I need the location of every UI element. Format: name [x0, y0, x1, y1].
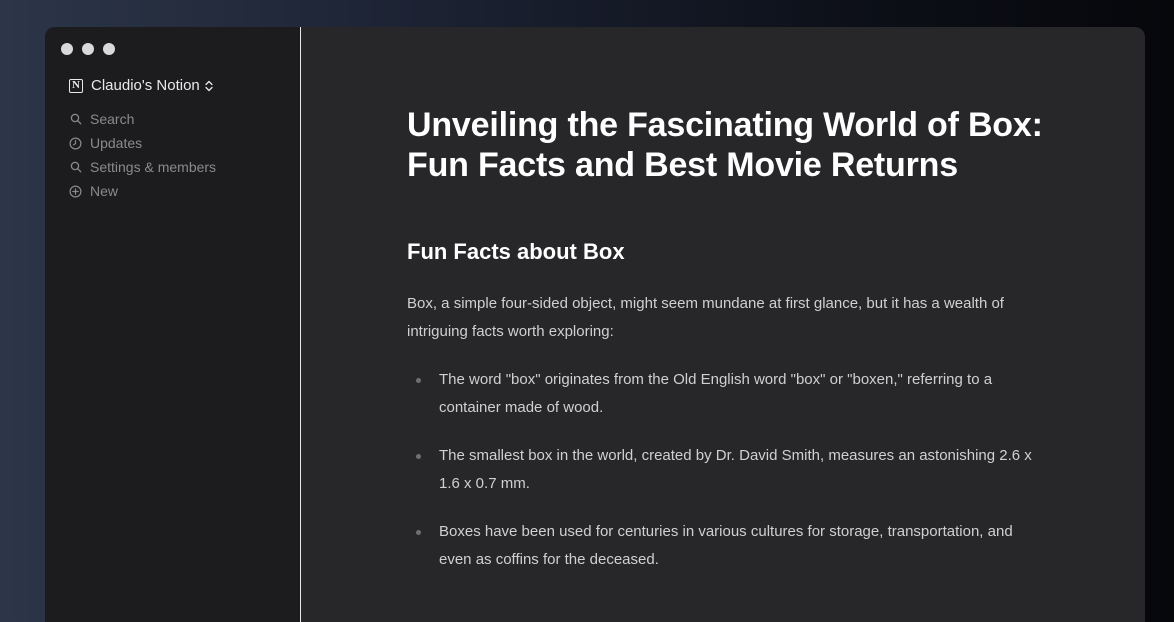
section-heading[interactable]: Fun Facts about Box [407, 238, 1047, 266]
sidebar-item-updates[interactable]: Updates [69, 131, 216, 155]
sidebar-item-label: Search [90, 111, 135, 127]
sidebar-item-search[interactable]: Search [69, 107, 216, 131]
maximize-window-button[interactable] [103, 43, 115, 55]
intro-paragraph[interactable]: Box, a simple four-sided object, might s… [407, 290, 1042, 346]
sidebar-item-label: Updates [90, 135, 143, 151]
list-item-text: Boxes have been used for centuries in va… [439, 523, 1013, 568]
sidebar-item-label: Settings & members [90, 159, 217, 175]
list-item-text: The word "box" originates from the Old E… [439, 371, 993, 416]
app-window: N Claudio's Notion Search Updates Settin… [45, 27, 1145, 622]
workspace-name: Claudio's Notion [91, 77, 200, 94]
document: Unveiling the Fascinating World of Box: … [407, 105, 1047, 594]
sidebar-item-settings[interactable]: Settings & members [69, 155, 216, 179]
sidebar-item-new[interactable]: New [69, 179, 216, 203]
bullet-icon [416, 378, 421, 383]
search-icon [69, 161, 82, 174]
list-item[interactable]: The word "box" originates from the Old E… [407, 366, 1039, 422]
sidebar: N Claudio's Notion Search Updates Settin… [45, 27, 301, 622]
facts-list: The word "box" originates from the Old E… [407, 366, 1047, 574]
sidebar-item-label: New [90, 183, 119, 199]
bullet-icon [416, 530, 421, 535]
sidebar-nav: Search Updates Settings & members New [69, 107, 216, 203]
page-content: Unveiling the Fascinating World of Box: … [301, 27, 1145, 622]
page-title[interactable]: Unveiling the Fascinating World of Box: … [407, 105, 1047, 185]
bullet-icon [416, 454, 421, 459]
chevron-up-down-icon [205, 80, 213, 92]
close-window-button[interactable] [61, 43, 73, 55]
list-item[interactable]: The smallest box in the world, created b… [407, 442, 1039, 498]
list-item[interactable]: Boxes have been used for centuries in va… [407, 518, 1039, 574]
notion-logo-icon: N [69, 78, 83, 93]
list-item-text: The smallest box in the world, created b… [439, 447, 1032, 492]
search-icon [69, 113, 82, 126]
clock-icon [69, 136, 82, 150]
workspace-switcher[interactable]: N Claudio's Notion [69, 77, 213, 94]
window-controls [61, 43, 115, 55]
plus-circle-icon [69, 184, 82, 198]
minimize-window-button[interactable] [82, 43, 94, 55]
